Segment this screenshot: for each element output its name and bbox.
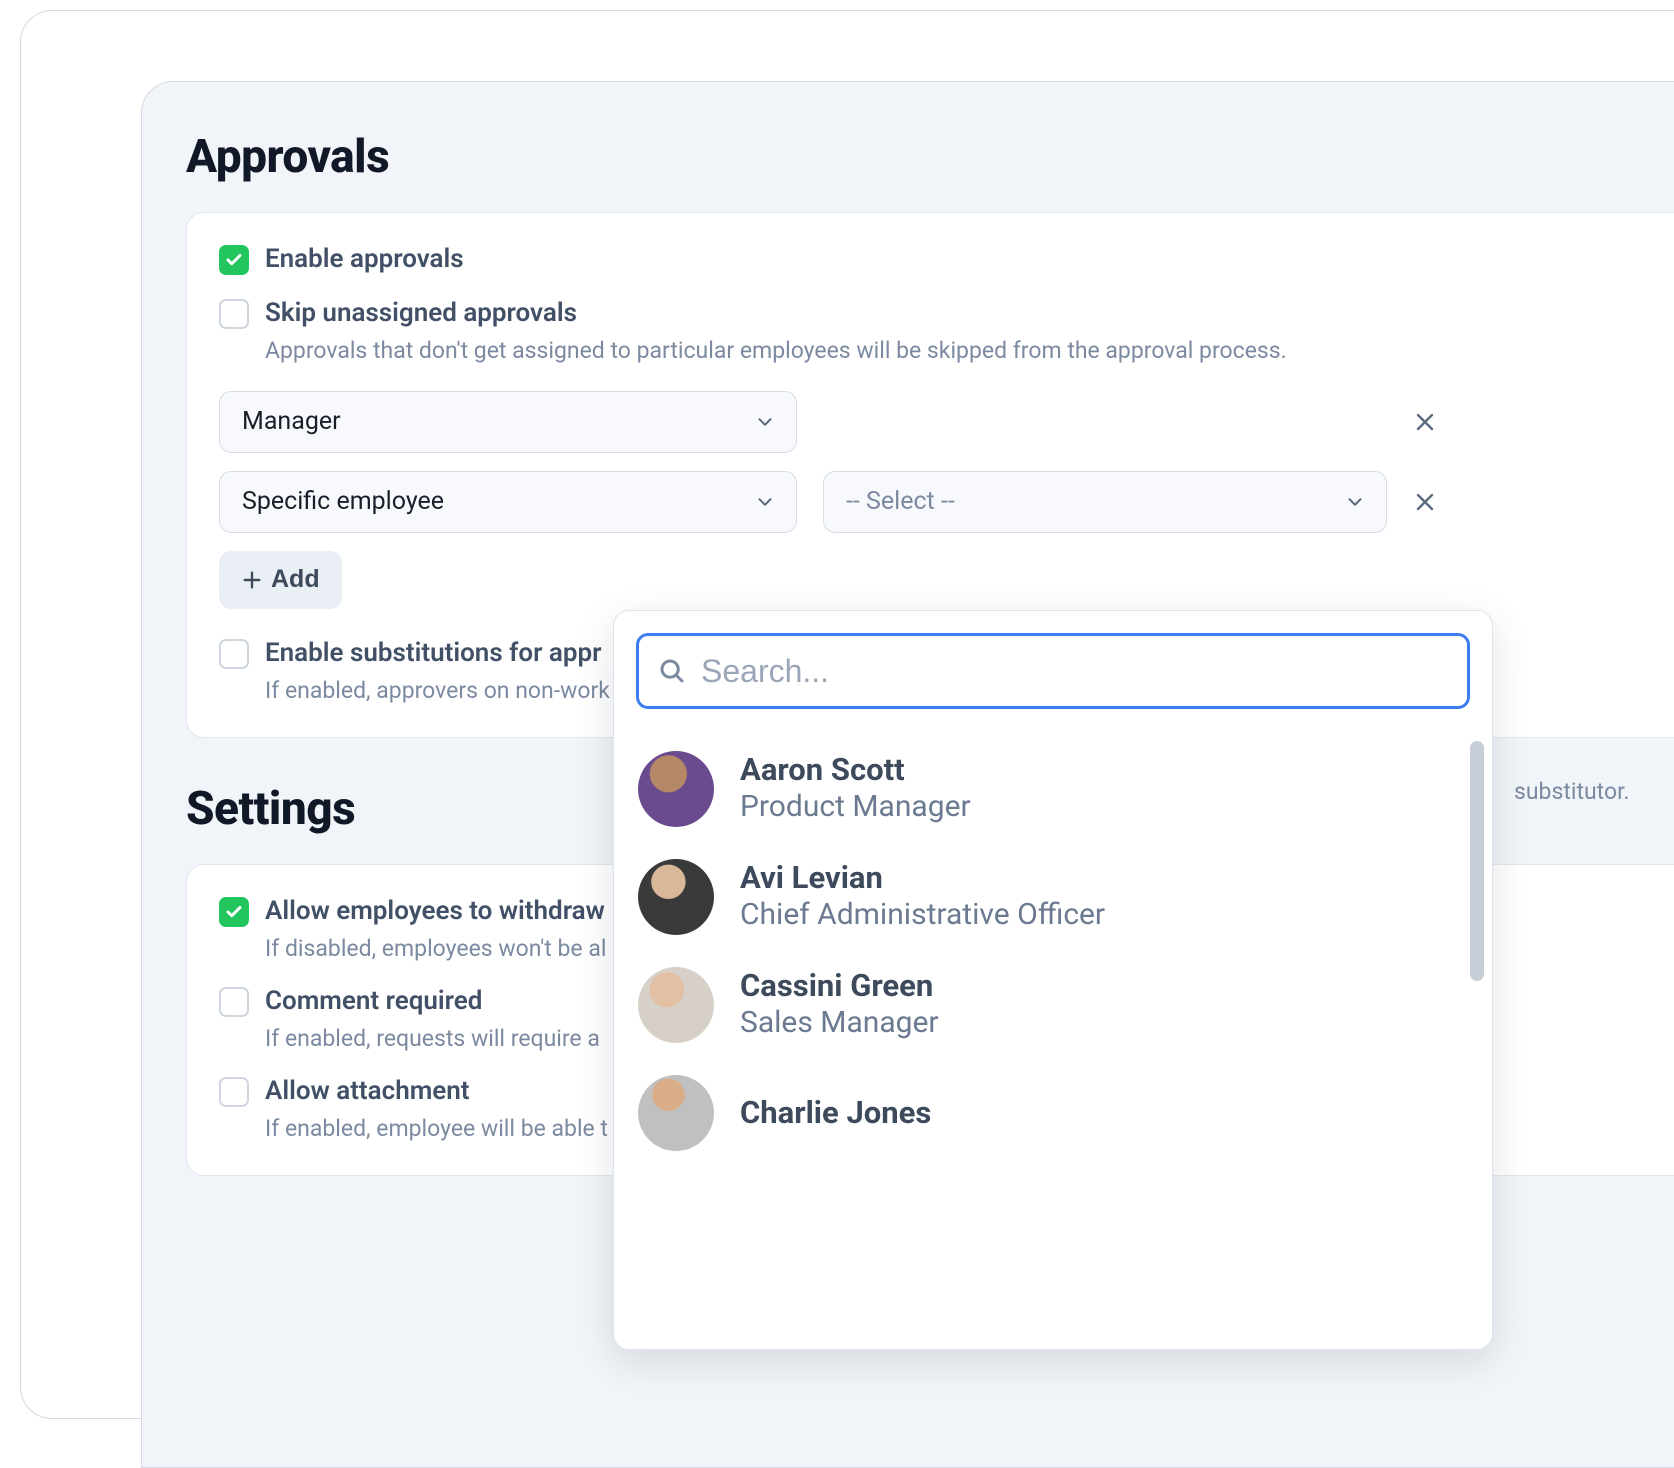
enable-approvals-checkbox[interactable] [219, 245, 249, 275]
employee-select-placeholder: -- Select -- [846, 487, 955, 516]
remove-approver-2-button[interactable] [1413, 490, 1437, 514]
employee-list: Aaron Scott Product Manager Avi Levian C… [636, 735, 1470, 1325]
add-button-label: Add [271, 565, 320, 594]
search-icon [657, 656, 687, 686]
skip-unassigned-row: Skip unassigned approvals Approvals that… [219, 297, 1674, 367]
chevron-down-icon [754, 411, 776, 433]
enable-approvals-row: Enable approvals [219, 243, 1674, 277]
employee-item[interactable]: Charlie Jones [636, 1059, 1470, 1167]
employee-item[interactable]: Cassini Green Sales Manager [636, 951, 1470, 1059]
approver-type-select-2[interactable]: Specific employee [219, 471, 797, 533]
avatar [638, 751, 714, 827]
approver-type-select-1[interactable]: Manager [219, 391, 797, 453]
add-approver-button[interactable]: Add [219, 551, 342, 609]
employee-select[interactable]: -- Select -- [823, 471, 1387, 533]
chevron-down-icon [1344, 491, 1366, 513]
enable-approvals-label: Enable approvals [265, 243, 1674, 277]
employee-dropdown: Aaron Scott Product Manager Avi Levian C… [613, 610, 1493, 1350]
chevron-down-icon [754, 491, 776, 513]
approvals-title: Approvals [186, 130, 1674, 184]
employee-role: Product Manager [740, 788, 1468, 826]
employee-role: Chief Administrative Officer [740, 896, 1468, 934]
remove-approver-1-button[interactable] [1413, 410, 1437, 434]
employee-item[interactable]: Aaron Scott Product Manager [636, 735, 1470, 843]
skip-unassigned-checkbox[interactable] [219, 299, 249, 329]
substitutions-checkbox[interactable] [219, 639, 249, 669]
approver-type-value-1: Manager [242, 407, 341, 436]
employee-name: Charlie Jones [740, 1095, 1468, 1131]
dropdown-scrollbar[interactable] [1470, 741, 1484, 981]
employee-search-input[interactable] [701, 653, 1449, 690]
skip-unassigned-desc: Approvals that don't get assigned to par… [265, 335, 1674, 367]
employee-name: Cassini Green [740, 968, 1468, 1004]
employee-item[interactable]: Avi Levian Chief Administrative Officer [636, 843, 1470, 951]
approver-row-1: Manager [219, 391, 1674, 453]
employee-name: Aaron Scott [740, 752, 1468, 788]
attach-checkbox[interactable] [219, 1077, 249, 1107]
search-wrap [636, 633, 1470, 709]
avatar [638, 967, 714, 1043]
comment-checkbox[interactable] [219, 987, 249, 1017]
employee-name: Avi Levian [740, 860, 1468, 896]
substitutions-trail-text: substitutor. [1514, 778, 1630, 805]
employee-role: Sales Manager [740, 1004, 1468, 1042]
plus-icon [241, 569, 263, 591]
skip-unassigned-label: Skip unassigned approvals [265, 297, 1674, 331]
approver-type-value-2: Specific employee [242, 487, 444, 516]
withdraw-checkbox[interactable] [219, 897, 249, 927]
avatar [638, 1075, 714, 1151]
avatar [638, 859, 714, 935]
approver-row-2: Specific employee -- Select -- [219, 471, 1674, 533]
